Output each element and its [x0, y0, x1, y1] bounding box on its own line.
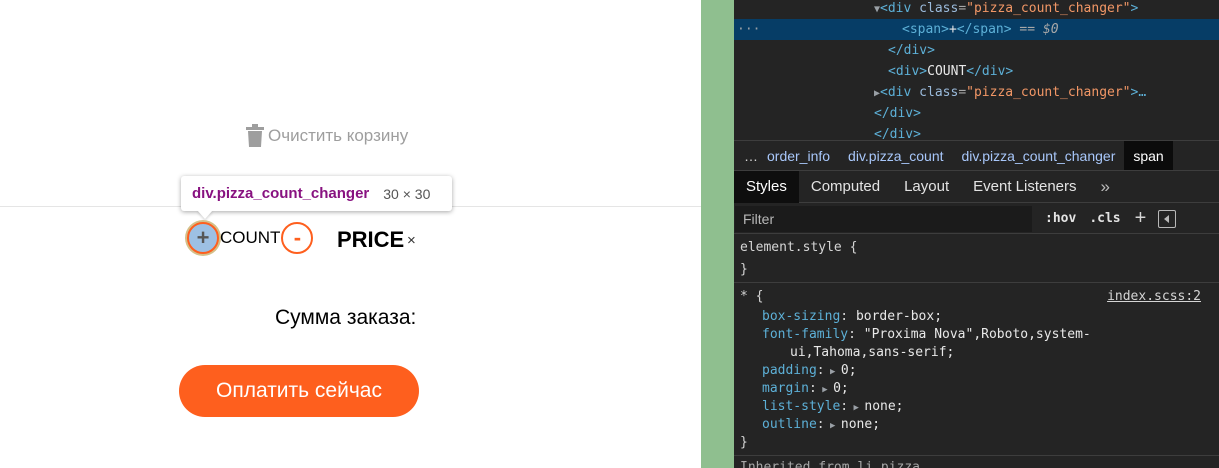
order-total-label: Сумма заказа:	[275, 306, 417, 329]
clear-cart-button[interactable]: Очистить корзину	[245, 124, 408, 148]
attr-value: "pizza_count_changer"	[966, 85, 1131, 100]
sidebar-tabs: Styles Computed Layout Event Listeners »	[734, 170, 1219, 203]
pizza-counter: + COUNT -	[187, 222, 314, 254]
expand-triangle-icon: ▶	[824, 367, 841, 377]
tooltip-size: 30 × 30	[383, 185, 431, 202]
decl-box-sizing[interactable]: box-sizing: border-box;	[762, 307, 942, 326]
more-options-icon[interactable]: ···	[737, 19, 760, 40]
element-style-close: }	[740, 262, 748, 277]
styles-pane: element.style { } * { index.scss:2 box-s…	[734, 234, 1219, 468]
tag-close: >	[1130, 1, 1139, 16]
tag-close: </div>	[888, 43, 935, 58]
decl-list-style[interactable]: list-style: ▶ none;	[762, 397, 904, 416]
pay-now-button[interactable]: Оплатить сейчас	[179, 365, 419, 417]
plus-icon: +	[196, 225, 210, 250]
rule-separator	[734, 455, 1219, 456]
tag-close: </div>	[874, 106, 921, 121]
tab-layout[interactable]: Layout	[892, 171, 961, 203]
dom-node-span-selected[interactable]: ··· <span>+</span> == $0	[734, 19, 1219, 40]
clear-cart-label: Очистить корзину	[268, 126, 409, 145]
decrease-count-button[interactable]: -	[281, 222, 314, 254]
styles-filter-input[interactable]	[735, 205, 1032, 232]
tag-close: >…	[1130, 85, 1147, 100]
count-text: COUNT	[927, 64, 967, 79]
element-style-selector[interactable]: element.style {	[740, 238, 857, 257]
devtools-panel: ▼<div class="pizza_count_changer"> ··· <…	[734, 0, 1219, 468]
rule-separator	[734, 282, 1219, 283]
breadcrumb-pizza-count-changer[interactable]: div.pizza_count_changer	[953, 141, 1125, 171]
decl-outline[interactable]: outline: ▶ none;	[762, 415, 880, 434]
tab-computed[interactable]: Computed	[799, 171, 892, 203]
elements-tree: ▼<div class="pizza_count_changer"> ··· <…	[734, 0, 1219, 142]
universal-close: }	[740, 435, 748, 450]
minus-icon: -	[293, 225, 302, 250]
new-style-rule-icon[interactable]: +	[1135, 207, 1147, 230]
dom-node-close-div[interactable]: </div>	[734, 40, 1219, 61]
attr-value: "pizza_count_changer"	[966, 1, 1131, 16]
expand-triangle-icon: ▶	[848, 403, 865, 413]
dom-node-changer-2[interactable]: ▶<div class="pizza_count_changer">…	[734, 82, 1219, 103]
inherited-from-label: Inherited from li.pizza...	[740, 460, 944, 468]
toggle-sidebar-icon[interactable]	[1158, 209, 1177, 228]
tab-styles[interactable]: Styles	[734, 170, 799, 203]
tag-close: </div>	[966, 64, 1014, 79]
expand-triangle-icon: ▶	[824, 421, 841, 431]
trash-icon	[246, 124, 264, 147]
attr-name: class	[919, 85, 959, 100]
span-open: <span>	[902, 22, 949, 37]
elements-breadcrumb: … order_info div.pizza_count div.pizza_c…	[734, 140, 1219, 171]
decl-padding[interactable]: padding: ▶ 0;	[762, 361, 857, 380]
span-text: +	[948, 22, 957, 37]
more-tabs-chevron-icon[interactable]: »	[1089, 171, 1122, 203]
increase-count-button[interactable]: +	[187, 222, 219, 254]
dom-node-count-div[interactable]: <div>COUNT</div>	[734, 61, 1219, 82]
universal-selector[interactable]: * {	[740, 287, 763, 306]
tag-open: <div>	[888, 64, 928, 79]
styles-filter-bar: :hov .cls +	[734, 204, 1219, 234]
tooltip-selector: div.pizza_count_changer	[192, 185, 370, 202]
hover-state-toggle[interactable]: :hov	[1045, 211, 1076, 226]
tab-event-listeners[interactable]: Event Listeners	[961, 171, 1088, 203]
pizza-price: PRICE	[337, 227, 405, 252]
devtools-inspect-tooltip: div.pizza_count_changer 30 × 30	[181, 176, 452, 211]
tag-open: <div	[880, 1, 912, 16]
breadcrumb-order-info[interactable]: order_info	[767, 141, 839, 171]
pizza-cart-page: Очистить корзину div.pizza_count_changer…	[0, 0, 701, 468]
expand-triangle-icon: ▶	[816, 385, 834, 395]
decl-font-family-cont: ui,Tahoma,sans-serif;	[790, 345, 955, 360]
decl-margin[interactable]: margin: ▶ 0;	[762, 379, 849, 398]
decl-font-family[interactable]: font-family: "Proxima Nova",Roboto,syste…	[762, 325, 1091, 344]
breadcrumb-overflow[interactable]: …	[734, 141, 767, 171]
remove-item-button[interactable]: ×	[407, 232, 416, 249]
class-toggle[interactable]: .cls	[1089, 211, 1120, 226]
dollar-zero: $0	[1042, 22, 1059, 37]
eq-sign: ==	[1019, 22, 1036, 37]
rule-source-link[interactable]: index.scss:2	[1107, 287, 1201, 306]
breadcrumb-pizza-count[interactable]: div.pizza_count	[839, 141, 952, 171]
attr-name: class	[919, 1, 959, 16]
span-close: </span>	[956, 22, 1012, 37]
tooltip-arrow	[197, 210, 213, 219]
pizza-count: COUNT	[220, 228, 281, 247]
breadcrumb-span[interactable]: span	[1124, 140, 1173, 171]
tag-open: <div	[880, 85, 912, 100]
viewport-gutter	[701, 0, 734, 468]
dom-node-close-div-2[interactable]: </div>	[734, 103, 1219, 124]
dom-node-changer-1[interactable]: ▼<div class="pizza_count_changer">	[734, 0, 1219, 19]
